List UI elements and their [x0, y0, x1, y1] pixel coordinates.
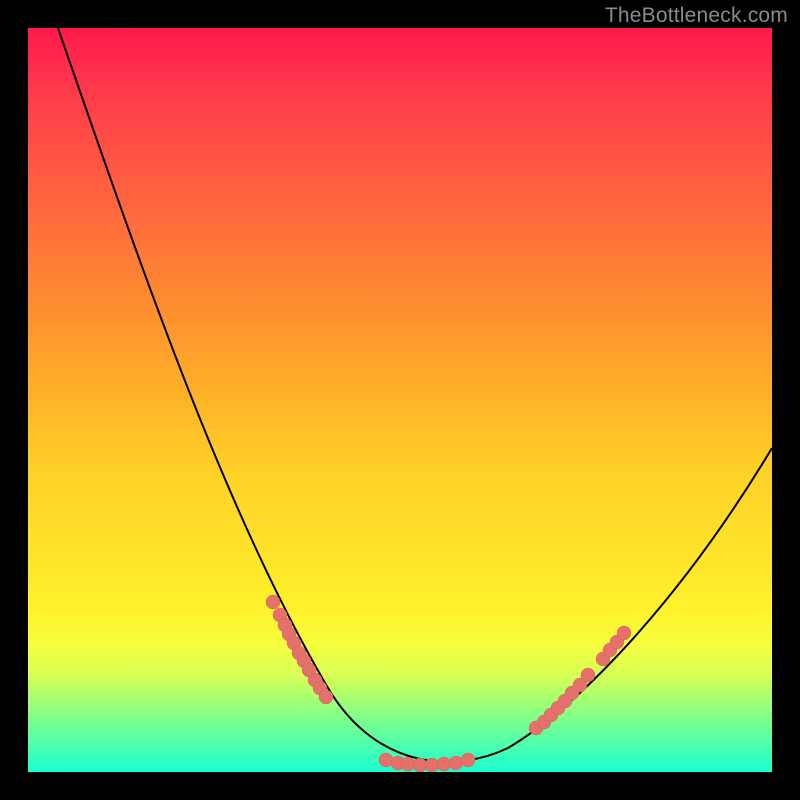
chart-svg: [28, 28, 772, 772]
chart-frame: TheBottleneck.com: [0, 0, 800, 800]
left-point-0: [266, 595, 280, 609]
plot-area: [28, 28, 772, 772]
right-point-11: [617, 626, 631, 640]
bottom-point-7: [461, 753, 475, 767]
bottleneck-curve: [58, 28, 772, 762]
points-right-cluster: [529, 626, 631, 735]
bottom-point-0: [379, 753, 393, 767]
points-left-cluster: [266, 595, 333, 704]
bottom-point-6: [449, 756, 463, 770]
watermark-text: TheBottleneck.com: [605, 4, 788, 28]
right-point-7: [581, 668, 595, 682]
points-bottom-cluster: [379, 753, 475, 772]
left-point-10: [319, 690, 333, 704]
